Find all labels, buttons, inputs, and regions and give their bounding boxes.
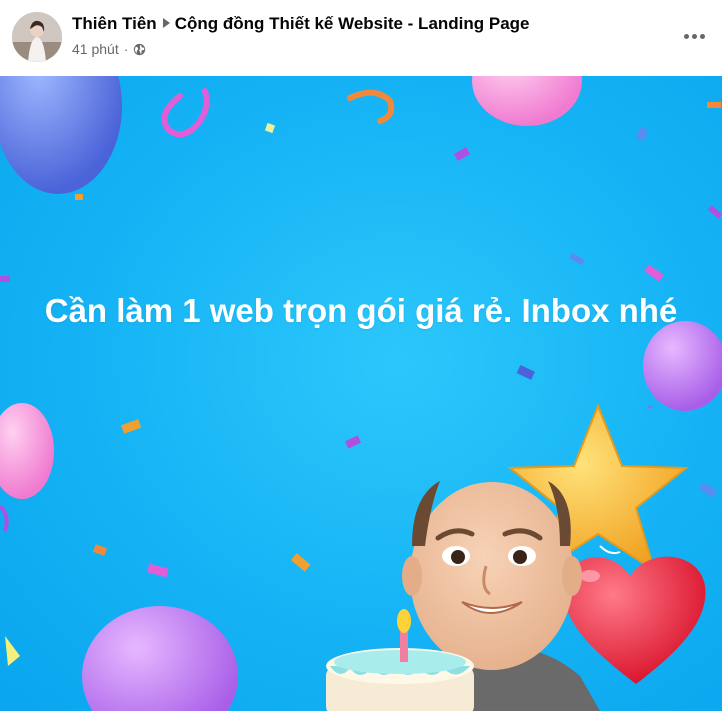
banner-decorations — [0, 76, 722, 711]
post-time[interactable]: 41 phút — [72, 41, 119, 57]
more-dot — [699, 33, 705, 39]
post-meta: 41 phút · — [72, 41, 146, 57]
balloon-blue — [0, 76, 122, 194]
post-banner[interactable]: Cần làm 1 web trọn gói giá rẻ. Inbox nhé — [0, 76, 722, 711]
heart-balloon — [563, 556, 706, 684]
caret-right-icon — [162, 18, 170, 28]
balloon-violet-right — [643, 321, 722, 411]
avatar-photo — [12, 12, 62, 62]
balloon-pink-left — [0, 403, 54, 499]
more-dot — [683, 33, 689, 39]
author-avatar[interactable] — [12, 12, 62, 62]
banner-text: Cần làm 1 web trọn gói giá rẻ. Inbox nhé — [44, 292, 678, 329]
author-name[interactable]: Thiên Tiên — [72, 14, 157, 33]
more-dot — [691, 33, 697, 39]
author-line: Thiên Tiên Cộng đồng Thiết kế Website - L… — [72, 14, 530, 34]
meta-separator: · — [123, 41, 129, 57]
post-header: Thiên Tiên Cộng đồng Thiết kế Website - L… — [0, 0, 722, 76]
more-options-button[interactable] — [680, 22, 708, 50]
globe-icon — [134, 43, 146, 55]
feed-post: Thiên Tiên Cộng đồng Thiết kế Website - L… — [0, 0, 722, 711]
group-name[interactable]: Cộng đồng Thiết kế Website - Landing Pag… — [175, 14, 530, 33]
balloon-violet-bottom — [82, 606, 238, 711]
balloon-pink-top — [472, 76, 582, 126]
